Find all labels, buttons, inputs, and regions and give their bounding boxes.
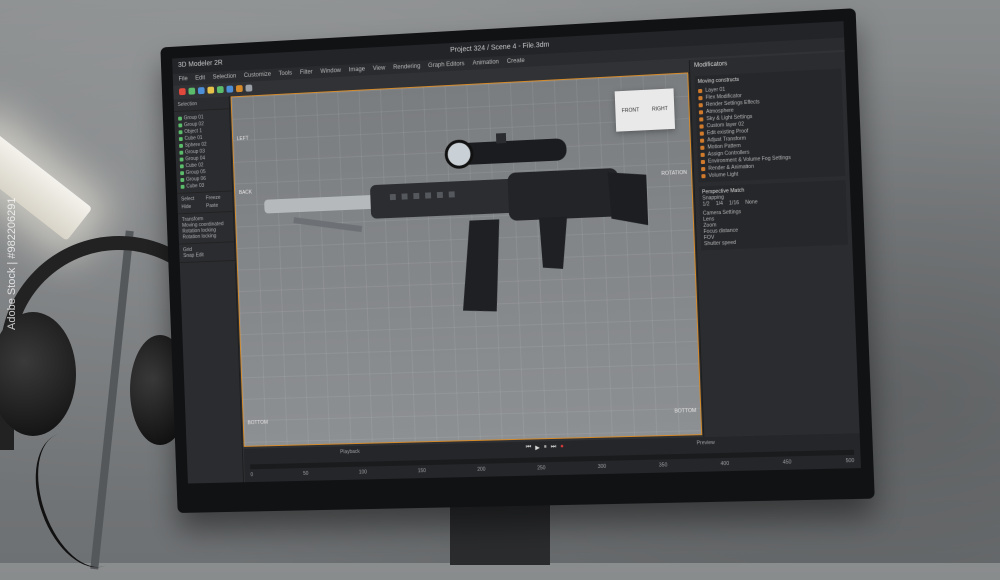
- app-name: 3D Modeler 2R: [178, 56, 223, 74]
- rifle-magazine: [460, 219, 503, 312]
- panel-buttons: Select Freeze Hide Paste: [177, 191, 233, 214]
- rifle-scope: [457, 138, 567, 165]
- menu-view[interactable]: View: [373, 63, 386, 76]
- tick-label: 150: [418, 468, 426, 474]
- viewport-label-bottom-right: BOTTOM: [674, 408, 696, 415]
- window-title: Project 324 / Scene 4 - File.3dm: [450, 42, 550, 54]
- tick-label: 100: [359, 469, 367, 475]
- snap-option[interactable]: 1/4: [716, 201, 723, 207]
- snap-option[interactable]: None: [745, 199, 758, 206]
- menu-edit[interactable]: Edit: [195, 72, 205, 84]
- tool-icon[interactable]: [188, 88, 195, 95]
- right-panel: Modificators Moving constructs Layer 01 …: [689, 52, 861, 472]
- rifle-model[interactable]: [252, 104, 656, 369]
- tool-icon[interactable]: [198, 87, 205, 94]
- snap-option[interactable]: 1/2: [702, 201, 709, 207]
- playback-controls: ⏮ ▶ ⏸ ⏭ ●: [526, 444, 564, 452]
- tick-label: 0: [250, 472, 253, 478]
- rifle-bipod: [294, 217, 362, 232]
- viewport-label-back: BACK: [239, 190, 252, 196]
- viewport-label-left: LEFT: [237, 136, 249, 142]
- play-icon[interactable]: ▶: [535, 444, 540, 451]
- menu-filter[interactable]: Filter: [300, 66, 313, 78]
- grid-section: Grid Snap Edit: [179, 242, 235, 263]
- hide-button[interactable]: Hide: [181, 203, 204, 210]
- scope-lens: [446, 141, 473, 168]
- 3d-viewport[interactable]: FRONT RIGHT LEFT BACK ROTATION BOTTOM BO…: [231, 72, 703, 447]
- tick-label: 450: [783, 459, 792, 465]
- menu-create[interactable]: Create: [507, 55, 525, 68]
- tool-icon[interactable]: [179, 88, 186, 95]
- stock-watermark: Adobe Stock | #982206291: [6, 197, 18, 330]
- skip-back-icon[interactable]: ⏮: [526, 445, 532, 452]
- skip-forward-icon[interactable]: ⏭: [551, 444, 557, 451]
- preview-label: Preview: [697, 440, 715, 447]
- menu-image[interactable]: Image: [349, 64, 366, 77]
- tool-icon[interactable]: [217, 86, 224, 93]
- snap-option[interactable]: 1/16: [729, 200, 739, 207]
- transform-item[interactable]: Rotation locking: [182, 233, 230, 241]
- rifle-grip: [539, 216, 569, 269]
- tree-item[interactable]: Cube 03: [181, 181, 229, 190]
- tick-label: 250: [537, 465, 546, 471]
- modifier-list: Moving constructs Layer 01 Flex Modifica…: [694, 68, 845, 182]
- viewport-label-rotation: ROTATION: [661, 170, 687, 177]
- tick-label: 400: [720, 461, 729, 467]
- snap-edit-label[interactable]: Snap Edit: [183, 251, 231, 259]
- record-icon[interactable]: ●: [560, 444, 564, 451]
- perspective-match: Perspective Match Snapping 1/2 1/4 1/16 …: [699, 180, 848, 250]
- tool-icon[interactable]: [245, 85, 252, 92]
- menu-tools[interactable]: Tools: [278, 68, 292, 81]
- viewport-label-bottom: BOTTOM: [247, 420, 268, 426]
- tick-label: 350: [659, 462, 668, 468]
- rifle-stock: [608, 171, 649, 227]
- screen: 3D Modeler 2R Project 324 / Scene 4 - Fi…: [172, 21, 861, 483]
- tick-label: 500: [845, 458, 854, 464]
- select-button[interactable]: Select: [181, 196, 204, 203]
- tick-label: 300: [598, 464, 607, 470]
- tool-icon[interactable]: [226, 86, 233, 93]
- playback-label: Playback: [340, 449, 360, 455]
- pause-icon[interactable]: ⏸: [544, 444, 547, 451]
- transform-section: Transform Moving coordinated Rotation lo…: [178, 212, 234, 245]
- tool-icon[interactable]: [236, 85, 243, 92]
- tick-label: 50: [303, 471, 309, 477]
- navcube-right[interactable]: RIGHT: [652, 106, 668, 113]
- tick-label: 200: [477, 467, 485, 473]
- tool-icon[interactable]: [207, 87, 214, 94]
- scene-tree: Group 01 Group 02 Object 1 Cube 01 Spher…: [174, 109, 232, 194]
- paste-button[interactable]: Paste: [206, 202, 229, 209]
- freeze-button[interactable]: Freeze: [206, 195, 229, 202]
- rifle-receiver: [507, 168, 619, 221]
- monitor: 3D Modeler 2R Project 324 / Scene 4 - Fi…: [160, 8, 874, 513]
- menu-file[interactable]: File: [178, 73, 188, 85]
